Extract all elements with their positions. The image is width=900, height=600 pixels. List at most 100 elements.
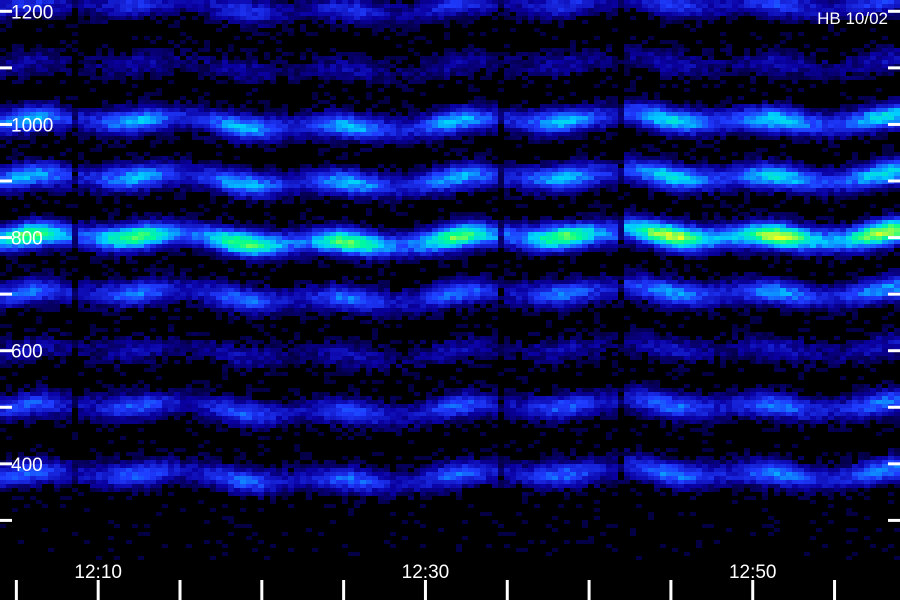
heatmap-cell	[90, 396, 96, 400]
heatmap-cell	[318, 480, 324, 484]
heatmap-cell	[18, 416, 24, 420]
heatmap-cell	[30, 180, 36, 184]
heatmap-cell	[30, 284, 36, 288]
heatmap-cell	[246, 28, 252, 32]
heatmap-cell	[192, 132, 198, 136]
heatmap-cell	[114, 0, 120, 4]
heatmap-cell	[60, 236, 66, 240]
heatmap-cell	[150, 408, 156, 412]
heatmap-cell	[102, 336, 108, 340]
heatmap-cell	[48, 192, 54, 196]
heatmap-cell	[300, 240, 306, 244]
heatmap-cell	[168, 48, 174, 52]
heatmap-cell	[60, 80, 66, 84]
heatmap-cell	[54, 236, 60, 240]
heatmap-cell	[366, 484, 372, 488]
heatmap-cell	[252, 88, 258, 92]
heatmap-cell	[18, 400, 24, 404]
heatmap-cell	[234, 136, 240, 140]
heatmap-cell	[348, 248, 354, 252]
heatmap-cell	[204, 228, 210, 232]
heatmap-cell	[186, 388, 192, 392]
heatmap-cell	[324, 416, 330, 420]
heatmap-cell	[150, 464, 156, 468]
heatmap-cell	[216, 28, 222, 32]
heatmap-cell	[216, 312, 222, 316]
heatmap-cell	[0, 144, 6, 148]
heatmap-cell	[84, 296, 90, 300]
heatmap-cell	[378, 120, 384, 124]
heatmap-cell	[192, 224, 198, 228]
heatmap-cell	[102, 412, 108, 416]
heatmap-cell	[66, 392, 72, 396]
heatmap-cell	[282, 172, 288, 176]
heatmap-cell	[174, 244, 180, 248]
heatmap-cell	[336, 108, 342, 112]
heatmap-cell	[282, 28, 288, 32]
heatmap-cell	[270, 496, 276, 500]
heatmap-cell	[12, 156, 18, 160]
heatmap-cell	[120, 468, 126, 472]
heatmap-cell	[180, 340, 186, 344]
heatmap-cell	[240, 304, 246, 308]
heatmap-cell	[258, 420, 264, 424]
heatmap-cell	[120, 472, 126, 476]
heatmap-cell	[174, 464, 180, 468]
heatmap-cell	[174, 344, 180, 348]
heatmap-cell	[378, 196, 384, 200]
heatmap-cell	[168, 172, 174, 176]
heatmap-cell	[42, 456, 48, 460]
heatmap-cell	[150, 60, 156, 64]
heatmap-cell	[42, 100, 48, 104]
heatmap-cell	[210, 64, 216, 68]
heatmap-cell	[318, 136, 324, 140]
heatmap-cell	[72, 480, 78, 484]
heatmap-cell	[186, 396, 192, 400]
heatmap-cell	[198, 500, 204, 504]
heatmap-cell	[288, 300, 294, 304]
heatmap-cell	[24, 424, 30, 428]
heatmap-cell	[294, 176, 300, 180]
heatmap-cell	[246, 244, 252, 248]
heatmap-cell	[72, 116, 78, 120]
heatmap-cell	[246, 308, 252, 312]
heatmap-cell	[324, 392, 330, 396]
heatmap-cell	[156, 132, 162, 136]
heatmap-cell	[102, 188, 108, 192]
heatmap-cell	[294, 172, 300, 176]
heatmap-cell	[246, 404, 252, 408]
heatmap-cell	[210, 60, 216, 64]
heatmap-cell	[60, 8, 66, 12]
heatmap-cell	[54, 276, 60, 280]
heatmap-cell	[270, 252, 276, 256]
heatmap-cell	[186, 464, 192, 468]
heatmap-cell	[228, 520, 234, 524]
heatmap-cell	[258, 260, 264, 264]
heatmap-cell	[42, 108, 48, 112]
heatmap-cell	[336, 224, 342, 228]
heatmap-cell	[234, 396, 240, 400]
heatmap-cell	[156, 280, 162, 284]
heatmap-cell	[150, 412, 156, 416]
heatmap-cell	[6, 288, 12, 292]
heatmap-cell	[228, 0, 234, 4]
heatmap-cell	[264, 212, 270, 216]
heatmap-cell	[108, 384, 114, 388]
heatmap-cell	[324, 136, 330, 140]
heatmap-cell	[24, 224, 30, 228]
heatmap-cell	[90, 412, 96, 416]
heatmap-cell	[252, 464, 258, 468]
heatmap-cell	[72, 176, 78, 180]
heatmap-cell	[150, 356, 156, 360]
heatmap-cell	[60, 112, 66, 116]
heatmap-cell	[360, 24, 366, 28]
heatmap-cell	[156, 188, 162, 192]
heatmap-cell	[234, 20, 240, 24]
heatmap-cell	[264, 24, 270, 28]
heatmap-cell	[324, 8, 330, 12]
heatmap-cell	[168, 336, 174, 340]
heatmap-cell	[216, 176, 222, 180]
heatmap-cell	[84, 124, 90, 128]
heatmap-cell	[318, 128, 324, 132]
heatmap-cell	[258, 144, 264, 148]
